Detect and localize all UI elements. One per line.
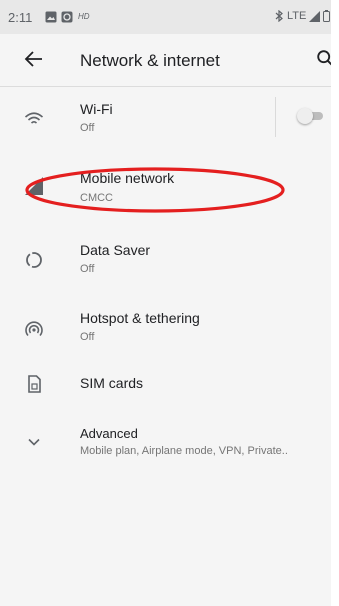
wifi-toggle-divider	[275, 97, 276, 137]
chevron-down-icon	[28, 438, 40, 446]
app-notification-icon	[61, 11, 73, 23]
advanced-title: Advanced	[80, 426, 138, 441]
battery-icon	[323, 10, 331, 22]
status-time: 2:11	[8, 10, 33, 25]
hotspot-item[interactable]: Hotspot & tethering Off	[0, 298, 331, 362]
cellular-signal-icon	[25, 177, 43, 195]
wifi-toggle-thumb	[297, 108, 313, 124]
wifi-toggle[interactable]	[297, 108, 325, 124]
data-saver-status: Off	[80, 263, 95, 275]
status-bar: 2:11 HD LTE	[0, 0, 331, 34]
wifi-icon	[24, 112, 44, 124]
wifi-item[interactable]: Wi-Fi Off	[0, 87, 331, 151]
page-title: Network & internet	[80, 51, 220, 70]
data-saver-icon	[26, 252, 42, 268]
wifi-title: Wi-Fi	[80, 101, 113, 117]
sim-card-icon	[28, 375, 41, 393]
signal-icon	[309, 10, 321, 22]
back-arrow-icon[interactable]	[22, 47, 46, 71]
hd-indicator: HD	[78, 12, 90, 21]
data-saver-title: Data Saver	[80, 242, 151, 258]
advanced-item[interactable]: Advanced Mobile plan, Airplane mode, VPN…	[0, 416, 331, 480]
bluetooth-icon	[275, 10, 283, 22]
sim-cards-item[interactable]: SIM cards	[0, 360, 331, 424]
sim-cards-title: SIM cards	[80, 375, 144, 391]
mobile-network-item[interactable]: Mobile network CMCC	[0, 156, 331, 220]
data-saver-item[interactable]: Data Saver Off	[0, 228, 331, 292]
status-right: LTE	[274, 10, 331, 22]
wifi-status: Off	[80, 122, 95, 134]
network-type: LTE	[287, 10, 307, 22]
app-bar: Network & internet	[0, 34, 331, 86]
hotspot-status: Off	[80, 331, 95, 343]
mobile-network-carrier: CMCC	[80, 192, 113, 204]
hotspot-title: Hotspot & tethering	[80, 310, 200, 326]
hotspot-icon	[25, 321, 43, 337]
settings-screen: 2:11 HD LTE Network & internet Wi-Fi Off…	[0, 0, 331, 606]
mobile-network-title: Mobile network	[80, 170, 175, 186]
advanced-summary: Mobile plan, Airplane mode, VPN, Private…	[80, 445, 288, 457]
image-notification-icon	[45, 11, 57, 23]
search-icon[interactable]	[315, 48, 331, 70]
